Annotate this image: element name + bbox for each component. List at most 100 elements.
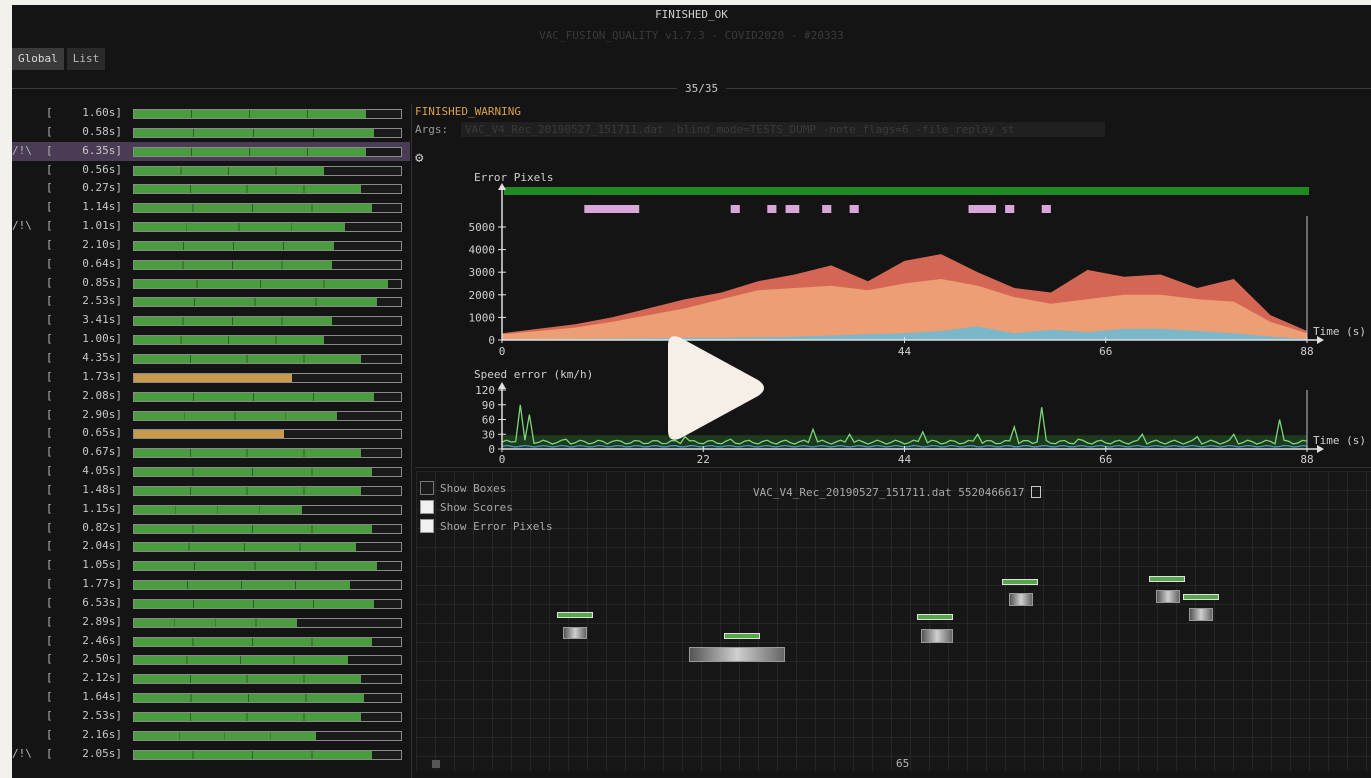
tab-global[interactable]: Global <box>12 48 64 70</box>
test-progress-fill <box>134 713 361 721</box>
detection-box[interactable] <box>1189 608 1213 621</box>
test-row[interactable]: [1.14s] <box>12 198 410 217</box>
show-error-pixels-checkbox[interactable]: Show Error Pixels <box>420 519 553 535</box>
test-row[interactable]: [2.90s] <box>12 406 410 425</box>
test-row[interactable]: [1.00s] <box>12 330 410 349</box>
test-progress-fill <box>134 317 332 326</box>
test-row[interactable]: [6.53s] <box>12 594 410 613</box>
test-duration: 2.05s] <box>82 746 122 760</box>
panel-divider[interactable] <box>411 104 412 778</box>
frame-number: 65 <box>896 757 910 770</box>
test-duration: 0.27s] <box>82 181 122 195</box>
test-progress-fill <box>134 411 337 420</box>
x-tick-label: 44 <box>898 453 912 465</box>
bracket: [ <box>46 558 53 572</box>
test-row[interactable]: [2.12s] <box>12 669 410 688</box>
bracket: [ <box>46 256 53 270</box>
test-row[interactable]: [3.41s] <box>12 311 410 330</box>
test-row[interactable]: [2.50s] <box>12 650 410 669</box>
test-progress-bar <box>133 523 402 534</box>
tab-bar: Global List <box>12 47 108 70</box>
test-progress-bar <box>133 429 402 440</box>
test-row[interactable]: [2.10s] <box>12 236 410 255</box>
test-row[interactable]: [2.04s] <box>12 537 410 556</box>
test-progress-fill <box>134 468 372 477</box>
detection-box[interactable] <box>563 627 587 639</box>
test-progress-fill <box>134 750 372 759</box>
test-row[interactable]: [1.64s] <box>12 688 410 707</box>
y-tick-label: 2000 <box>469 289 496 302</box>
test-row[interactable]: [2.08s] <box>12 387 410 406</box>
test-progress-fill <box>134 543 356 552</box>
test-duration: 2.04s] <box>82 539 122 553</box>
test-row[interactable]: [2.89s] <box>12 613 410 632</box>
test-row[interactable]: [1.60s] <box>12 104 410 123</box>
test-progress-bar <box>133 353 402 364</box>
test-row[interactable]: [0.56s] <box>12 161 410 180</box>
test-row[interactable]: [0.65s] <box>12 424 410 443</box>
test-progress-bar <box>133 127 402 138</box>
test-row[interactable]: [0.27s] <box>12 179 410 198</box>
bracket: [ <box>46 237 53 251</box>
test-progress-bar <box>133 316 402 327</box>
detection-box[interactable] <box>1009 593 1033 606</box>
test-row[interactable]: [2.53s] <box>12 292 410 311</box>
show-boxes-checkbox[interactable]: Show Boxes <box>420 481 506 497</box>
test-duration: 0.64s] <box>82 256 122 270</box>
test-row[interactable]: [0.82s] <box>12 519 410 538</box>
test-row[interactable]: [2.53s] <box>12 707 410 726</box>
detection-box[interactable] <box>921 629 953 643</box>
test-progress-bar <box>133 561 402 572</box>
test-row[interactable]: /!\ [6.35s] <box>12 141 410 161</box>
y-tick-label: 4000 <box>469 244 496 257</box>
test-progress-bar <box>133 598 402 609</box>
test-row[interactable]: [0.58s] <box>12 123 410 142</box>
x-axis-label: Time (s) <box>1313 434 1366 447</box>
test-duration: 6.53s] <box>82 595 122 609</box>
test-progress-fill <box>134 298 377 307</box>
test-row[interactable]: /!\ [2.05s] <box>12 745 410 764</box>
test-duration: 2.89s] <box>82 614 122 628</box>
event-span <box>730 205 740 213</box>
frame-viewport[interactable]: Show Boxes Show Scores Show Error Pixels… <box>416 471 1371 771</box>
x-tick-label: 66 <box>1099 453 1112 465</box>
test-row[interactable]: [1.73s] <box>12 368 410 387</box>
test-duration: 0.85s] <box>82 275 122 289</box>
test-row[interactable]: [1.77s] <box>12 575 410 594</box>
bracket: [ <box>46 275 53 289</box>
frame-slider-handle[interactable] <box>432 760 440 768</box>
checkbox-box[interactable] <box>420 519 434 533</box>
test-progress-fill <box>134 204 372 213</box>
test-progress-fill <box>134 373 292 382</box>
test-row[interactable]: [4.05s] <box>12 462 410 481</box>
event-span <box>1005 205 1015 213</box>
test-row[interactable]: [4.35s] <box>12 349 410 368</box>
test-row[interactable]: [1.15s] <box>12 500 410 519</box>
detection-box[interactable] <box>689 647 785 662</box>
test-row[interactable]: [1.05s] <box>12 556 410 575</box>
copy-icon[interactable] <box>1030 486 1041 498</box>
test-row[interactable]: [0.67s] <box>12 443 410 462</box>
play-icon[interactable] <box>654 332 766 444</box>
detection-score-bar <box>1149 576 1185 582</box>
checkbox-box[interactable] <box>420 481 434 495</box>
detection-box[interactable] <box>1156 590 1180 603</box>
y-tick-label: 0 <box>488 334 495 347</box>
graphs-canvas[interactable]: Error Pixels0100020003000400050000 44 66 88… <box>415 150 1371 465</box>
bracket: [ <box>46 124 53 138</box>
test-row[interactable]: /!\ [1.01s] <box>12 217 410 236</box>
tab-list[interactable]: List <box>66 48 106 70</box>
checkbox-box[interactable] <box>420 500 434 514</box>
show-scores-label: Show Scores <box>440 501 513 514</box>
args-field[interactable]: VAC_V4_Rec_20190527_151711.dat -blind_mo… <box>461 122 1105 137</box>
test-progress-fill <box>134 581 351 590</box>
test-row[interactable]: [1.48s] <box>12 481 410 500</box>
test-row[interactable]: [2.16s] <box>12 726 410 745</box>
show-scores-checkbox[interactable]: Show Scores <box>420 500 513 516</box>
test-row[interactable]: [2.46s] <box>12 632 410 651</box>
test-row[interactable]: [0.64s] <box>12 255 410 274</box>
test-duration: 2.08s] <box>82 388 122 402</box>
test-duration: 2.46s] <box>82 633 122 647</box>
bracket: [ <box>46 727 53 741</box>
test-row[interactable]: [0.85s] <box>12 274 410 293</box>
